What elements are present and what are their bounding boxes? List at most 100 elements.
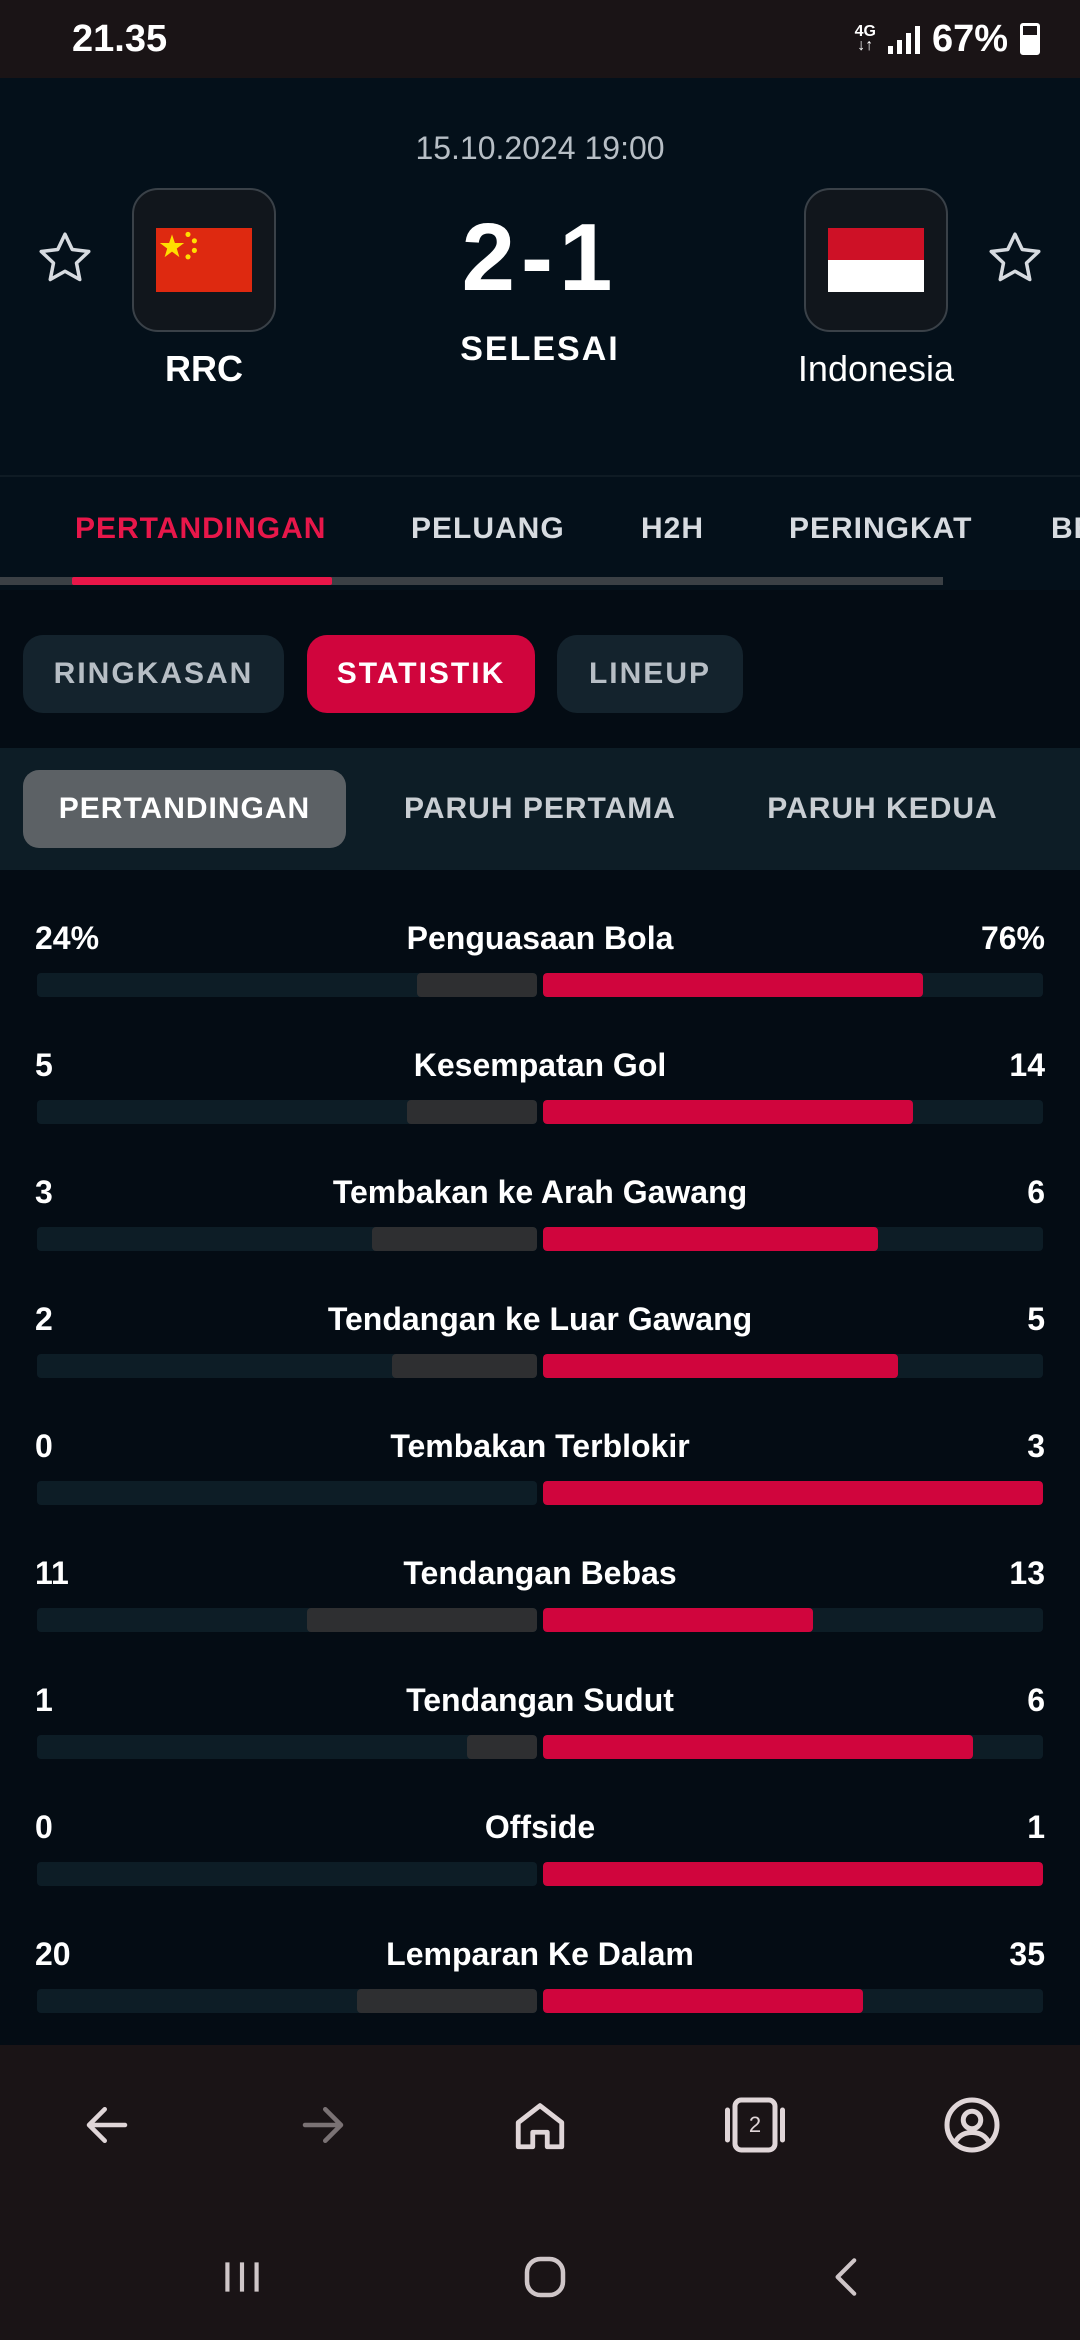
stat-home-value: 11 [35, 1555, 69, 1591]
home-icon[interactable] [505, 2090, 575, 2160]
tabs-icon[interactable]: 2 [720, 2090, 790, 2160]
status-bar: 21.35 4G ↓↑ 67% [0, 0, 1080, 78]
tab-peluang[interactable]: PELUANG [411, 512, 565, 546]
stat-home-bar [467, 1735, 537, 1759]
recent-apps-icon[interactable] [212, 2247, 272, 2307]
period-full-match[interactable]: PERTANDINGAN [23, 770, 346, 848]
match-score: 2-1 [461, 204, 619, 311]
stat-label: Tendangan ke Luar Gawang [327, 1301, 753, 1337]
away-team-logo[interactable] [804, 188, 948, 332]
account-icon[interactable] [937, 2090, 1007, 2160]
stat-away-value: 14 [1009, 1047, 1045, 1083]
favorite-away-star-icon[interactable] [985, 228, 1045, 288]
stat-away-bar [543, 1100, 913, 1124]
stat-home-bar-track [37, 1227, 537, 1251]
stat-home-bar-track [37, 1735, 537, 1759]
home-team-name[interactable]: RRC [54, 348, 354, 390]
stat-row: 2 Tendangan ke Luar Gawang 5 [0, 1251, 1080, 1378]
stat-away-bar-track [543, 1735, 1043, 1759]
stat-away-bar-track [543, 1608, 1043, 1632]
stat-away-bar-track [543, 1862, 1043, 1886]
forward-arrow-icon[interactable] [288, 2090, 358, 2160]
away-team-name[interactable]: Indonesia [726, 348, 1026, 390]
stat-label: Tendangan Sudut [406, 1682, 674, 1718]
stat-away-value: 1 [1027, 1809, 1045, 1845]
stat-home-bar [407, 1100, 537, 1124]
subtab-statistik[interactable]: STATISTIK [307, 635, 535, 713]
stat-away-bar-track [543, 1481, 1043, 1505]
tab-count: 2 [748, 2112, 762, 2137]
browser-nav-bar: 2 [0, 2045, 1080, 2202]
stat-home-value: 0 [35, 1428, 53, 1464]
active-tab-indicator [72, 577, 332, 585]
stat-row: 5 Kesempatan Gol 14 [0, 997, 1080, 1124]
battery-level: 67% [931, 17, 1008, 60]
stat-away-bar-track [543, 973, 1043, 997]
status-time: 21.35 [72, 17, 168, 60]
stat-away-bar-track [543, 1227, 1043, 1251]
match-header: 15.10.2024 19:00 RRC 2-1 SELESAI Indones… [0, 78, 1080, 475]
subtab-lineup[interactable]: LINEUP [557, 635, 743, 713]
stat-home-value: 20 [35, 1936, 71, 1972]
signal-icon [887, 24, 920, 54]
stat-away-value: 6 [1027, 1174, 1045, 1210]
stat-away-bar [543, 1862, 1043, 1886]
stat-away-bar-track [543, 1354, 1043, 1378]
stat-row: 20 Lemparan Ke Dalam 35 [0, 1886, 1080, 2013]
tab-h2h[interactable]: H2H [641, 512, 704, 546]
tab-pertandingan[interactable]: PERTANDINGAN [75, 512, 326, 546]
stat-home-value: 24% [35, 920, 100, 956]
period-second-half[interactable]: PARUH KEDUA [730, 770, 1035, 848]
network-type: 4G [854, 23, 876, 40]
home-button-icon[interactable] [515, 2247, 575, 2307]
tab-peringkat[interactable]: PERINGKAT [789, 512, 972, 546]
stat-home-bar-track [37, 1354, 537, 1378]
stats-list: 24% Penguasaan Bola 76% 5 Kesempatan Gol 14 3 T… [0, 870, 1080, 2045]
stat-away-value: 6 [1027, 1682, 1045, 1718]
stat-home-bar-track [37, 1100, 537, 1124]
stat-away-bar [543, 1481, 1043, 1505]
stat-home-bar-track [37, 1862, 537, 1886]
indonesia-flag-icon [828, 228, 924, 292]
stat-home-bar [307, 1608, 537, 1632]
tab-be[interactable]: BE [1051, 512, 1080, 546]
stat-away-value: 5 [1027, 1301, 1045, 1337]
stat-away-bar-track [543, 1100, 1043, 1124]
stat-home-bar-track [37, 973, 537, 997]
stat-home-bar [357, 1989, 537, 2013]
stat-home-value: 5 [35, 1047, 53, 1083]
period-tabs: PERTANDINGAN PARUH PERTAMA PARUH KEDUA [0, 748, 1080, 870]
subtab-ringkasan[interactable]: RINGKASAN [23, 635, 284, 713]
stat-row: 3 Tembakan ke Arah Gawang 6 [0, 1124, 1080, 1251]
battery-icon [1020, 23, 1040, 55]
stat-away-bar [543, 1354, 898, 1378]
back-arrow-icon[interactable] [72, 2090, 142, 2160]
home-team-logo[interactable] [132, 188, 276, 332]
stat-away-value: 3 [1027, 1428, 1045, 1464]
period-first-half[interactable]: PARUH PERTAMA [380, 770, 700, 848]
system-back-icon[interactable] [818, 2247, 878, 2307]
stat-row: 24% Penguasaan Bola 76% [0, 870, 1080, 997]
stat-away-value: 13 [1009, 1555, 1045, 1591]
stat-home-bar-track [37, 1608, 537, 1632]
stat-home-bar [417, 973, 537, 997]
main-tabs: PERTANDINGAN PELUANG H2H PERINGKAT BE [0, 475, 1080, 590]
stat-label: Tembakan Terblokir [390, 1428, 690, 1464]
match-status: SELESAI [460, 330, 620, 368]
stat-away-bar-track [543, 1989, 1043, 2013]
network-icon: 4G ↓↑ [854, 23, 876, 54]
stat-home-bar-track [37, 1989, 537, 2013]
stat-label: Kesempatan Gol [413, 1047, 667, 1083]
stat-label: Penguasaan Bola [406, 920, 674, 956]
system-nav-bar [0, 2202, 1080, 2340]
stat-row: 11 Tendangan Bebas 13 [0, 1505, 1080, 1632]
stat-home-value: 2 [35, 1301, 53, 1337]
status-icons: 4G ↓↑ 67% [855, 18, 1040, 61]
favorite-home-star-icon[interactable] [35, 228, 95, 288]
stat-home-value: 1 [35, 1682, 53, 1718]
match-datetime: 15.10.2024 19:00 [415, 130, 665, 166]
stat-label: Tendangan Bebas [403, 1555, 677, 1591]
stat-home-bar [392, 1354, 537, 1378]
stat-away-value: 35 [1009, 1936, 1045, 1972]
stat-home-value: 3 [35, 1174, 53, 1210]
